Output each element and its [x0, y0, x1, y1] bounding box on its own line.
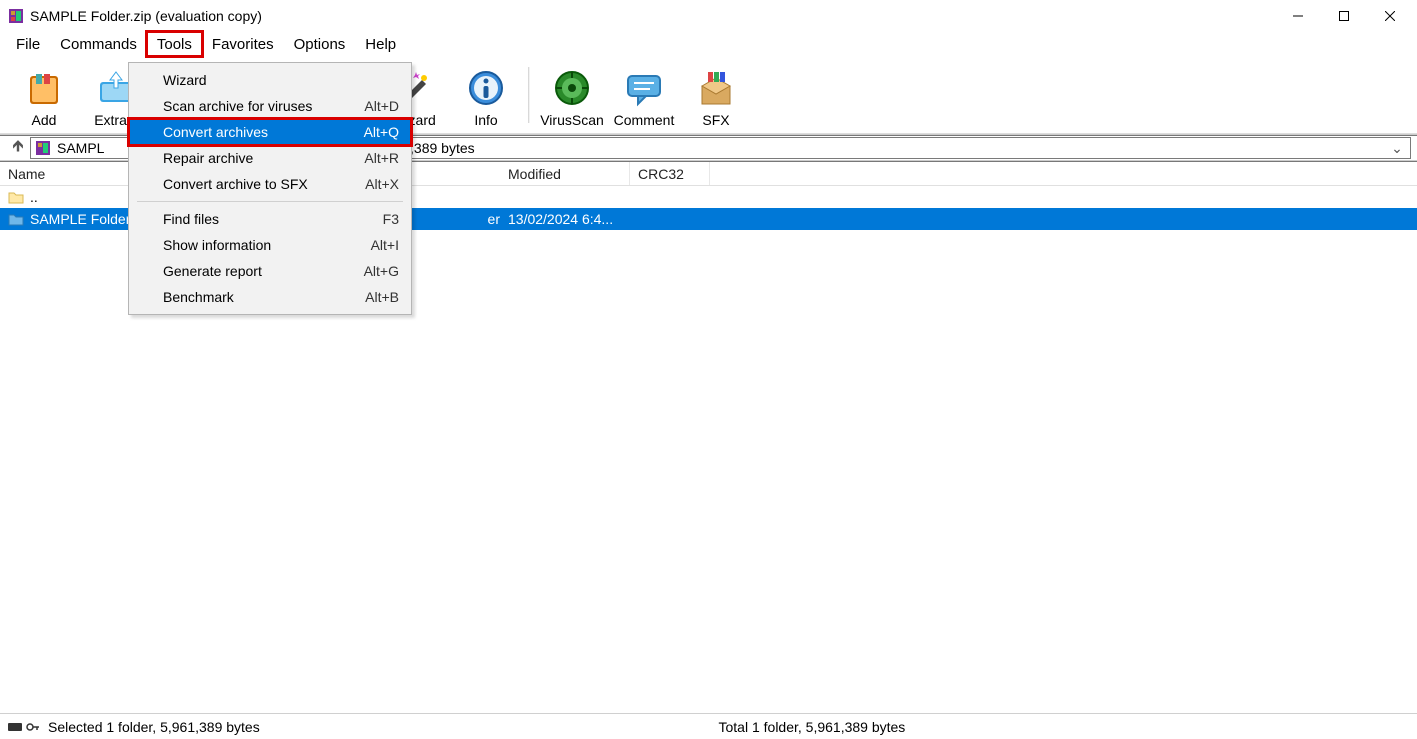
path-text-left: SAMPL [57, 140, 104, 156]
column-crc[interactable]: CRC32 [630, 162, 710, 185]
status-left-text: Selected 1 folder, 5,961,389 bytes [48, 719, 260, 735]
dd-convert-sfx[interactable]: Convert archive to SFX Alt+X [129, 171, 411, 197]
toolbar-comment[interactable]: Comment [608, 60, 680, 130]
file-name: .. [30, 189, 38, 205]
up-button[interactable]: 🡹 [6, 135, 30, 162]
comment-icon [624, 68, 664, 108]
dd-repair-archive[interactable]: Repair archive Alt+R [129, 145, 411, 171]
key-icon [26, 721, 40, 733]
menu-options[interactable]: Options [284, 32, 356, 56]
toolbar-add-label: Add [32, 112, 57, 128]
menu-commands[interactable]: Commands [50, 32, 147, 56]
dd-separator [137, 201, 403, 202]
sfx-icon [696, 68, 736, 108]
tools-dropdown: Wizard Scan archive for viruses Alt+D Co… [128, 62, 412, 315]
dd-scan-viruses[interactable]: Scan archive for viruses Alt+D [129, 93, 411, 119]
minimize-button[interactable] [1275, 0, 1321, 32]
status-right-text: Total 1 folder, 5,961,389 bytes [709, 719, 1410, 735]
menu-file[interactable]: File [6, 32, 50, 56]
status-icons [8, 721, 40, 733]
column-modified[interactable]: Modified [500, 162, 630, 185]
chevron-down-icon[interactable]: ⌄ [1388, 140, 1406, 157]
add-archive-icon [24, 68, 64, 108]
archive-icon [35, 140, 51, 156]
info-icon [466, 68, 506, 108]
disk-icon [8, 721, 24, 733]
dd-show-information[interactable]: Show information Alt+I [129, 232, 411, 258]
folder-icon [8, 211, 24, 227]
window-controls [1275, 0, 1413, 32]
maximize-button[interactable] [1321, 0, 1367, 32]
toolbar-comment-label: Comment [614, 112, 675, 128]
window-title: SAMPLE Folder.zip (evaluation copy) [30, 8, 1275, 24]
dd-find-files[interactable]: Find files F3 [129, 206, 411, 232]
folder-up-icon [8, 189, 24, 205]
status-bar: Selected 1 folder, 5,961,389 bytes Total… [0, 713, 1417, 739]
toolbar-sfx-label: SFX [702, 112, 729, 128]
toolbar-sfx[interactable]: SFX [680, 60, 752, 130]
app-icon [8, 8, 24, 24]
dd-generate-report[interactable]: Generate report Alt+G [129, 258, 411, 284]
toolbar-add[interactable]: Add [8, 60, 80, 130]
toolbar-virusscan-label: VirusScan [540, 112, 604, 128]
title-bar: SAMPLE Folder.zip (evaluation copy) [0, 0, 1417, 32]
file-name: SAMPLE Folder [30, 211, 130, 227]
menu-bar: File Commands Tools Favorites Options He… [0, 32, 1417, 56]
dd-benchmark[interactable]: Benchmark Alt+B [129, 284, 411, 310]
dd-convert-archives[interactable]: Convert archives Alt+Q [129, 119, 411, 145]
path-text-right: 61,389 bytes [394, 140, 1388, 156]
toolbar-virusscan[interactable]: VirusScan [536, 60, 608, 130]
menu-favorites[interactable]: Favorites [202, 32, 284, 56]
virus-scan-icon [552, 68, 592, 108]
close-button[interactable] [1367, 0, 1413, 32]
toolbar-info-label: Info [474, 112, 497, 128]
menu-tools[interactable]: Tools [147, 32, 202, 56]
dd-wizard[interactable]: Wizard [129, 67, 411, 93]
toolbar-info[interactable]: Info [450, 60, 522, 130]
menu-help[interactable]: Help [355, 32, 406, 56]
file-modified: 13/02/2024 6:4... [500, 211, 630, 227]
toolbar-separator [528, 67, 530, 123]
